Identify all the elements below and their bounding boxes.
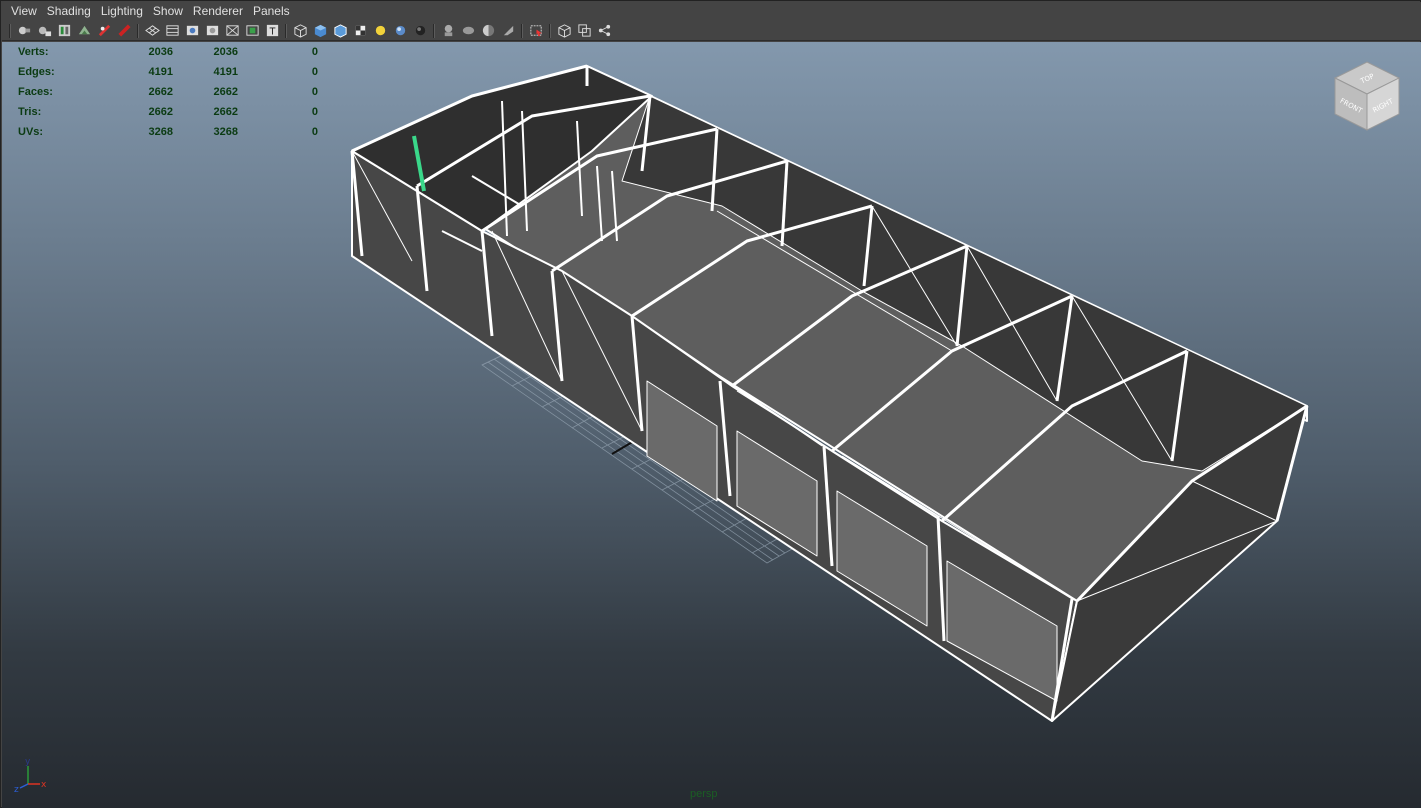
hud-value: 2662 — [148, 106, 173, 118]
toolbar-divider — [9, 23, 11, 38]
toolbar-divider — [433, 23, 435, 38]
hud-label: Verts: — [18, 46, 49, 58]
backface-icon[interactable] — [500, 22, 517, 39]
viewport-panel-window: View Shading Lighting Show Renderer Pane… — [0, 0, 1421, 808]
hud-row-uvs: UVs: 3268 3268 0 — [18, 122, 318, 142]
resolution-gate-icon[interactable] — [184, 22, 201, 39]
field-chart-icon[interactable] — [224, 22, 241, 39]
hardware-renderer-icon[interactable] — [556, 22, 573, 39]
wireframe-on-shaded-icon[interactable] — [332, 22, 349, 39]
screen-space-ao-icon[interactable] — [412, 22, 429, 39]
hud-value: 4191 — [148, 66, 173, 78]
hud-label: Faces: — [18, 86, 53, 98]
axis-x-label: x — [41, 780, 47, 790]
toolbar-divider — [549, 23, 551, 38]
shadows-icon[interactable] — [392, 22, 409, 39]
gate-mask-icon[interactable] — [204, 22, 221, 39]
toolbar-divider — [137, 23, 139, 38]
axis-y-label: y — [25, 757, 31, 767]
svg-text:T: T — [268, 26, 275, 37]
grease-pencil-icon[interactable] — [96, 22, 113, 39]
menu-renderer[interactable]: Renderer — [188, 2, 248, 21]
hud-row-faces: Faces: 2662 2662 0 — [18, 82, 318, 102]
film-gate-icon[interactable] — [164, 22, 181, 39]
hud-row-edges: Edges: 4191 4191 0 — [18, 62, 318, 82]
xray-joints-icon[interactable] — [480, 22, 497, 39]
perspective-viewport[interactable]: Verts: 2036 2036 0 Edges: 4191 4191 0 Fa… — [2, 42, 1421, 808]
wireframe-icon[interactable] — [292, 22, 309, 39]
hud-value: 3268 — [213, 126, 238, 138]
node-editor-icon[interactable] — [596, 22, 613, 39]
hud-value: 0 — [311, 126, 318, 138]
hud-value: 2662 — [148, 86, 173, 98]
hud-value: 0 — [311, 86, 318, 98]
use-all-lights-icon[interactable] — [372, 22, 389, 39]
axis-gizmo: y x z — [14, 757, 47, 794]
xray-active-icon[interactable] — [460, 22, 477, 39]
textured-icon[interactable] — [352, 22, 369, 39]
toolbar-divider — [521, 23, 523, 38]
menu-lighting[interactable]: Lighting — [96, 2, 148, 21]
bookmarks-icon[interactable] — [56, 22, 73, 39]
hud-value: 3268 — [148, 126, 173, 138]
hud-value: 0 — [311, 46, 318, 58]
scene-geometry[interactable] — [2, 42, 1421, 808]
toolbar-divider — [285, 23, 287, 38]
grid-icon[interactable] — [144, 22, 161, 39]
camera-select-icon[interactable] — [16, 22, 33, 39]
text-overlay-icon[interactable]: T — [264, 22, 281, 39]
hud-label: Tris: — [18, 106, 42, 118]
hud-value: 2036 — [148, 46, 173, 58]
hud-value: 0 — [311, 106, 318, 118]
two-sided-lighting-icon[interactable] — [576, 22, 593, 39]
menu-panels[interactable]: Panels — [248, 2, 295, 21]
menu-show[interactable]: Show — [148, 2, 188, 21]
menu-shading[interactable]: Shading — [42, 2, 96, 21]
panel-toolbar: T — [2, 21, 1421, 41]
view-cube[interactable]: TOP FRONT RIGHT — [1327, 58, 1407, 138]
isolate-select-icon[interactable] — [528, 22, 545, 39]
hud-label: UVs: — [18, 126, 44, 138]
camera-name-label: persp — [690, 788, 718, 800]
image-plane-icon[interactable] — [76, 22, 93, 39]
menu-view[interactable]: View — [6, 2, 42, 21]
hud-value: 4191 — [213, 66, 238, 78]
hud-value: 0 — [311, 66, 318, 78]
camera-attributes-icon[interactable] — [36, 22, 53, 39]
poly-count-hud: Verts: 2036 2036 0 Edges: 4191 4191 0 Fa… — [18, 42, 318, 142]
xray-icon[interactable] — [440, 22, 457, 39]
hud-value: 2036 — [213, 46, 238, 58]
warehouse-mesh[interactable] — [350, 64, 1309, 722]
panel-menubar: View Shading Lighting Show Renderer Pane… — [2, 2, 1421, 21]
axis-z-label: z — [14, 785, 19, 794]
hud-value: 2662 — [213, 86, 238, 98]
smooth-shade-icon[interactable] — [312, 22, 329, 39]
hud-value: 2662 — [213, 106, 238, 118]
hud-label: Edges: — [18, 66, 55, 78]
hud-row-verts: Verts: 2036 2036 0 — [18, 42, 318, 62]
2d-pan-zoom-icon[interactable] — [116, 22, 133, 39]
hud-row-tris: Tris: 2662 2662 0 — [18, 102, 318, 122]
safe-title-icon[interactable] — [244, 22, 261, 39]
